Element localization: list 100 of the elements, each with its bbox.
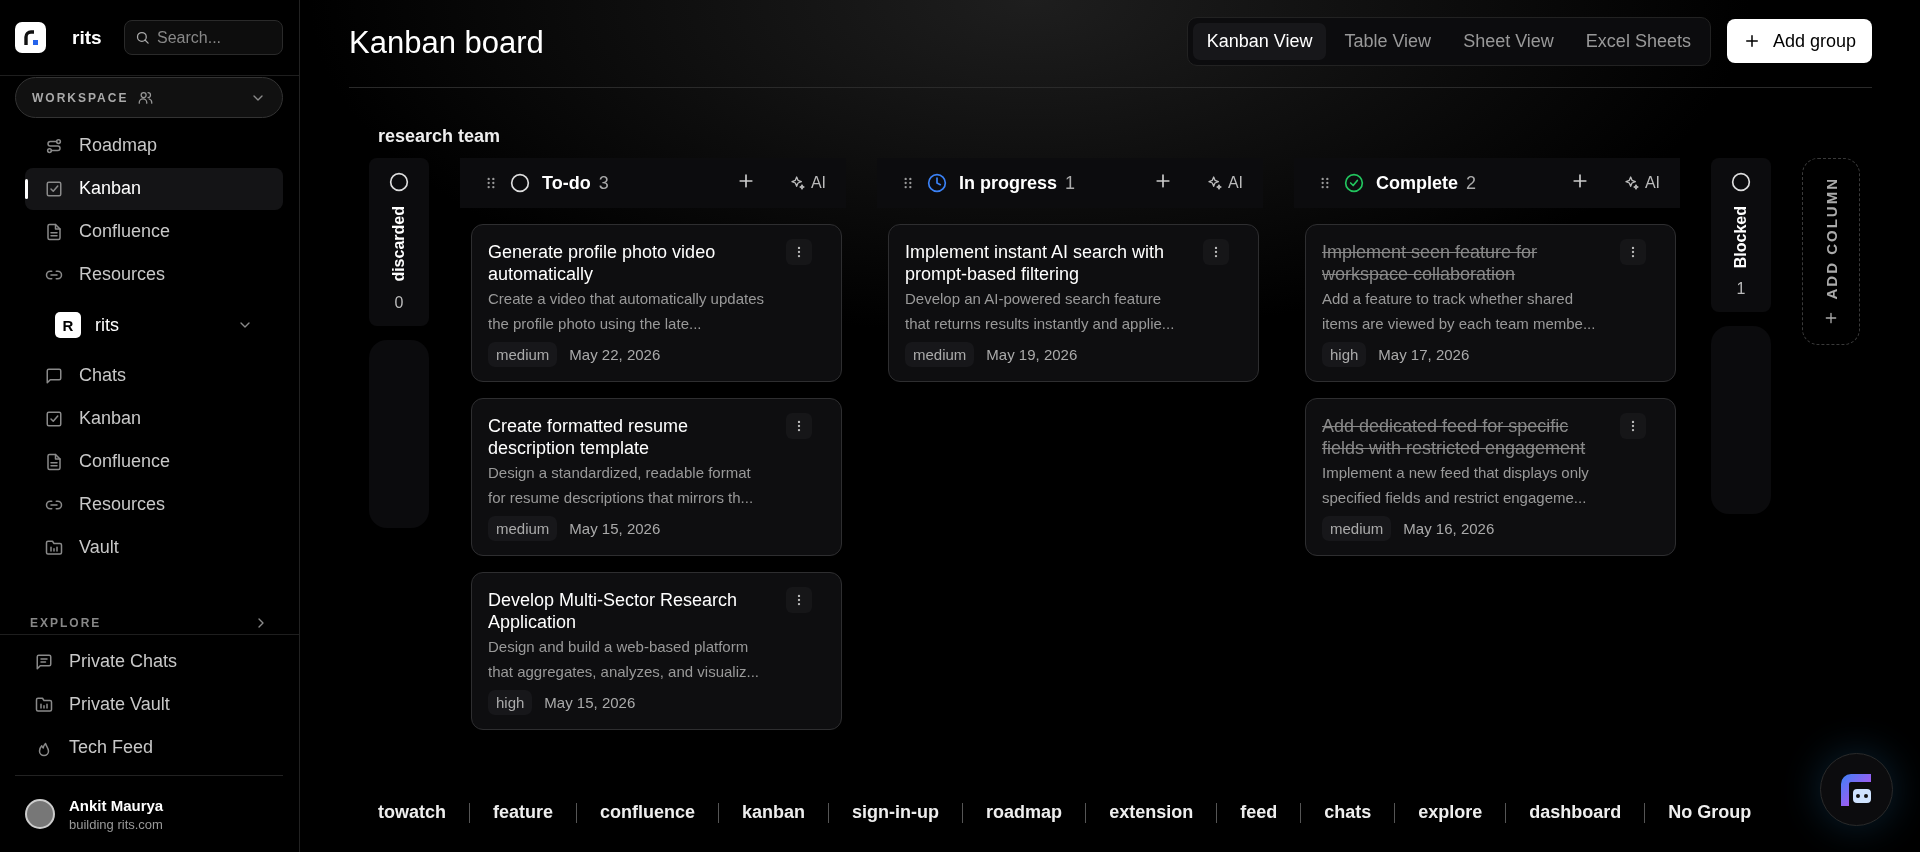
priority-tag: medium	[1322, 516, 1392, 541]
priority-tag: medium	[488, 342, 558, 367]
nav-item[interactable]: Confluence	[25, 440, 283, 483]
nav-item[interactable]: Confluence	[25, 210, 283, 253]
group-link[interactable]: sign-in-up	[852, 802, 940, 823]
view-tab[interactable]: Sheet View	[1449, 22, 1568, 60]
task-card[interactable]: Create formatted resume description template Design a standardized, readable format for resume descriptions that mirrors th... medium May 15, 2026	[471, 398, 842, 556]
group-link[interactable]: extension	[1109, 802, 1194, 823]
more-options-button[interactable]	[1203, 239, 1229, 265]
column-count: 1	[1065, 172, 1076, 194]
task-card[interactable]: Develop Multi-Sector Research Application Design and build a web-based platform that aggregates, analyzes, and visualiz... high May 15, 2026	[471, 572, 842, 730]
column-title: Complete	[1376, 172, 1458, 194]
chat-bubble-icon	[45, 366, 63, 385]
nav-item[interactable]: Private Chats	[15, 640, 283, 683]
circle-icon	[389, 172, 409, 192]
message-icon	[35, 652, 53, 671]
search-field[interactable]: Search...	[124, 20, 283, 55]
group-title: research team	[378, 126, 502, 147]
task-card[interactable]: Generate profile photo video automatically Create a video that automatically updates the profile photo using the late... medium May 22, 2026	[471, 224, 842, 382]
nav-item[interactable]: Roadmap	[25, 124, 283, 167]
group-link[interactable]: kanban	[742, 802, 806, 823]
group-link[interactable]: confluence	[600, 802, 696, 823]
checkbox-icon	[45, 179, 63, 198]
nav-item[interactable]: Resources	[25, 253, 283, 296]
circle-icon	[510, 173, 530, 193]
more-options-button[interactable]	[786, 239, 812, 265]
brand-name: rits	[72, 26, 102, 49]
card-description: Add a feature to track whether shared items are viewed by each team membe...	[1322, 289, 1597, 334]
group-link[interactable]: chats	[1324, 802, 1372, 823]
column-count: 2	[1466, 172, 1477, 194]
due-date: May 15, 2026	[544, 694, 636, 711]
add-column-button[interactable]: ADD COLUMN	[1802, 158, 1860, 345]
group-link[interactable]: feed	[1240, 802, 1278, 823]
more-options-button[interactable]	[786, 587, 812, 613]
view-tab[interactable]: Kanban View	[1192, 22, 1327, 60]
folder-icon	[35, 695, 53, 714]
group-link[interactable]: dashboard	[1529, 802, 1622, 823]
team-selector[interactable]: R rits	[55, 300, 283, 350]
priority-tag: high	[1322, 342, 1367, 367]
nav-item[interactable]: Kanban	[25, 167, 283, 210]
card-description: Design and build a web-based platform that aggregates, analyzes, and visualiz...	[488, 637, 760, 682]
view-tab[interactable]: Table View	[1330, 22, 1446, 60]
column-count: 0	[394, 293, 404, 312]
document-icon	[45, 222, 63, 241]
card-title: Implement seen feature for workspace collaboration	[1322, 241, 1539, 285]
card-description: Implement a new feed that displays only specified fields and restrict engageme...	[1322, 463, 1590, 508]
add-group-button[interactable]: Add group	[1726, 19, 1872, 63]
more-options-button[interactable]	[786, 413, 812, 439]
sparkles-icon	[789, 175, 806, 191]
nav-item[interactable]: Chats	[25, 354, 283, 397]
priority-tag: medium	[905, 342, 975, 367]
task-card[interactable]: Add dedicated feed for specific fields with restricted engagement Implement a new feed that displays only specified fields and restrict engageme... medium May 16, 2026	[1305, 398, 1676, 556]
nav-item[interactable]: Private Vault	[15, 683, 283, 726]
card-description: Develop an AI-powered search feature that returns results instantly and applie...	[905, 289, 1176, 334]
section-label: EXPLORE	[30, 616, 102, 630]
checkbox-icon	[45, 409, 63, 428]
collapsed-column[interactable]: Blocked 1	[1711, 158, 1771, 313]
team-badge: R	[55, 312, 81, 338]
ai-button[interactable]: AI	[783, 173, 832, 193]
user-name: Ankit Maurya	[69, 796, 164, 814]
sparkles-icon	[1623, 175, 1640, 191]
column-title: In progress	[959, 172, 1058, 194]
column-title: discarded	[390, 206, 408, 282]
team-name: rits	[95, 314, 119, 336]
task-card[interactable]: Implement instant AI search with prompt-based filtering Develop an AI-powered search feature that returns results instantly and applie... medium May 19, 2026	[888, 224, 1259, 382]
more-options-button[interactable]	[1620, 239, 1646, 265]
workspace-selector[interactable]: WORKSPACE	[15, 77, 283, 118]
users-icon	[138, 90, 154, 105]
nav-item[interactable]: Resources	[25, 483, 283, 526]
search-icon	[135, 30, 150, 45]
clock-icon	[927, 173, 947, 193]
check-circle-icon	[1344, 173, 1364, 193]
nav-item[interactable]: Kanban	[25, 397, 283, 440]
collapsed-column[interactable]: discarded 0	[369, 158, 429, 326]
card-description: Create a video that automatically updates the profile photo using the late...	[488, 289, 765, 334]
page-title: Kanban board	[349, 25, 544, 61]
column-title: To-do	[542, 172, 591, 194]
nav-item[interactable]: Vault	[25, 526, 283, 569]
ai-button[interactable]: AI	[1200, 173, 1249, 193]
card-title: Develop Multi-Sector Research Application	[488, 589, 739, 633]
task-card[interactable]: Implement seen feature for workspace collaboration Add a feature to track whether shared items are viewed by each team membe... high May 17, 2026	[1305, 224, 1676, 382]
view-tab[interactable]: Excel Sheets	[1571, 22, 1705, 60]
column-count: 3	[598, 172, 609, 194]
group-link[interactable]: No Group	[1668, 802, 1752, 823]
card-title: Add dedicated feed for specific fields with restricted engagement	[1322, 415, 1587, 459]
user-subtitle: building rits.com	[69, 816, 164, 832]
app-logo-icon	[15, 22, 46, 53]
group-link[interactable]: explore	[1418, 802, 1483, 823]
ai-button[interactable]: AI	[1617, 173, 1666, 193]
group-link[interactable]: feature	[493, 802, 554, 823]
circle-icon	[1731, 172, 1751, 192]
nav-item[interactable]: Tech Feed	[15, 726, 283, 769]
sparkles-icon	[1206, 175, 1223, 191]
group-link[interactable]: roadmap	[986, 802, 1063, 823]
due-date: May 17, 2026	[1378, 346, 1470, 363]
card-description: Design a standardized, readable format for resume descriptions that mirrors th...	[488, 463, 755, 508]
more-options-button[interactable]	[1620, 413, 1646, 439]
card-title: Generate profile photo video automatically	[488, 241, 717, 285]
workspace-label: WORKSPACE	[32, 90, 129, 105]
group-link[interactable]: towatch	[378, 802, 446, 823]
